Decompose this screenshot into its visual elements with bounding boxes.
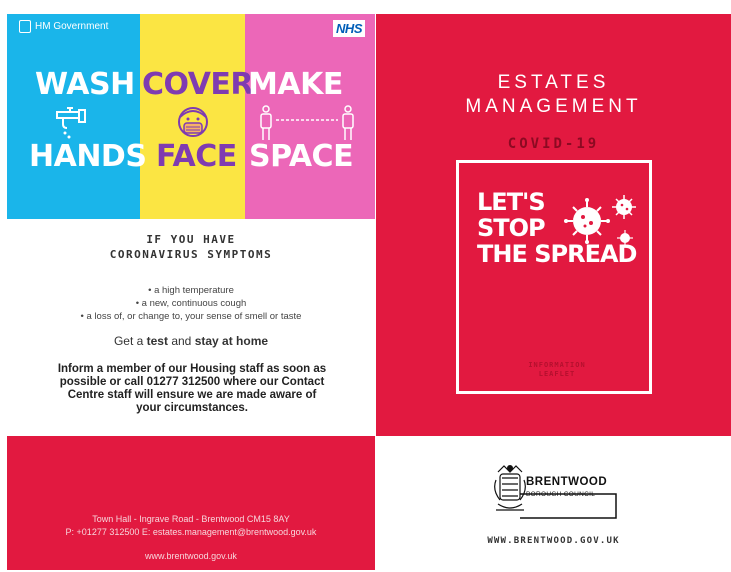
website-url: WWW.BRENTWOOD.GOV.UK: [487, 536, 620, 546]
get-test-mid: and: [167, 334, 195, 348]
cover-red-area: ESTATES MANAGEMENT COVID-19 LET'S STOP T…: [376, 14, 731, 436]
symptom-item: • a high temperature: [148, 285, 234, 296]
space-word: SPACE: [249, 139, 354, 174]
footer-website: www.brentwood.gov.uk: [145, 551, 237, 561]
crest-icon: [19, 20, 31, 33]
cover-word: COVER: [142, 67, 254, 102]
left-panel: HM Government NHS WASH HANDS COVER FACE …: [7, 14, 375, 570]
virus-icon: [564, 195, 636, 246]
hm-government-logo: HM Government: [19, 20, 108, 33]
social-distance-icon: [260, 105, 354, 140]
stop-spread-frame: LET'S STOP THE SPREAD INFORMATION LEAFLE…: [456, 160, 652, 394]
face-mask-icon: [178, 107, 208, 137]
title-estates: ESTATES: [497, 72, 610, 93]
right-panel: ESTATES MANAGEMENT COVID-19 LET'S STOP T…: [376, 14, 731, 570]
title-management: MANAGEMENT: [465, 96, 642, 117]
footer-contact: P: +01277 312500 E: estates.management@b…: [65, 527, 317, 537]
footer-address: Town Hall - Ingrave Road - Brentwood CM1…: [92, 514, 290, 524]
symptom-item: • a new, continuous cough: [135, 298, 247, 309]
info-label-2: LEAFLET: [538, 370, 576, 378]
symptom-item: • a loss of, or change to, your sense of…: [80, 311, 302, 322]
gov-label: HM Government: [35, 21, 109, 32]
borough-council-label: BOROUGH COUNCIL: [526, 491, 596, 498]
symptoms-title-line1: IF YOU HAVE: [146, 233, 236, 246]
inform-paragraph: Inform a member of our Housing staff as …: [57, 363, 327, 414]
face-word: FACE: [156, 139, 237, 174]
test-word: test: [146, 334, 168, 348]
brentwood-name: BRENTWOOD: [526, 476, 608, 488]
stay-home-words: stay at home: [194, 334, 269, 348]
nhs-logo: NHS: [333, 20, 365, 37]
contact-footer: Town Hall - Ingrave Road - Brentwood CM1…: [7, 436, 375, 570]
tap-icon: [56, 107, 86, 139]
info-label-1: INFORMATION: [528, 361, 586, 369]
make-word: MAKE: [248, 67, 343, 102]
stop-line-2: STOP: [477, 214, 546, 242]
covid-label: COVID-19: [507, 136, 600, 152]
get-test-line: Get a test and stay at home: [7, 334, 375, 348]
wash-word: WASH: [35, 67, 135, 102]
hands-word: HANDS: [29, 139, 147, 174]
get-test-pre: Get a: [113, 334, 147, 348]
stop-line-1: LET'S: [477, 188, 546, 216]
symptoms-title-line2: CORONAVIRUS SYMPTOMS: [109, 248, 273, 261]
